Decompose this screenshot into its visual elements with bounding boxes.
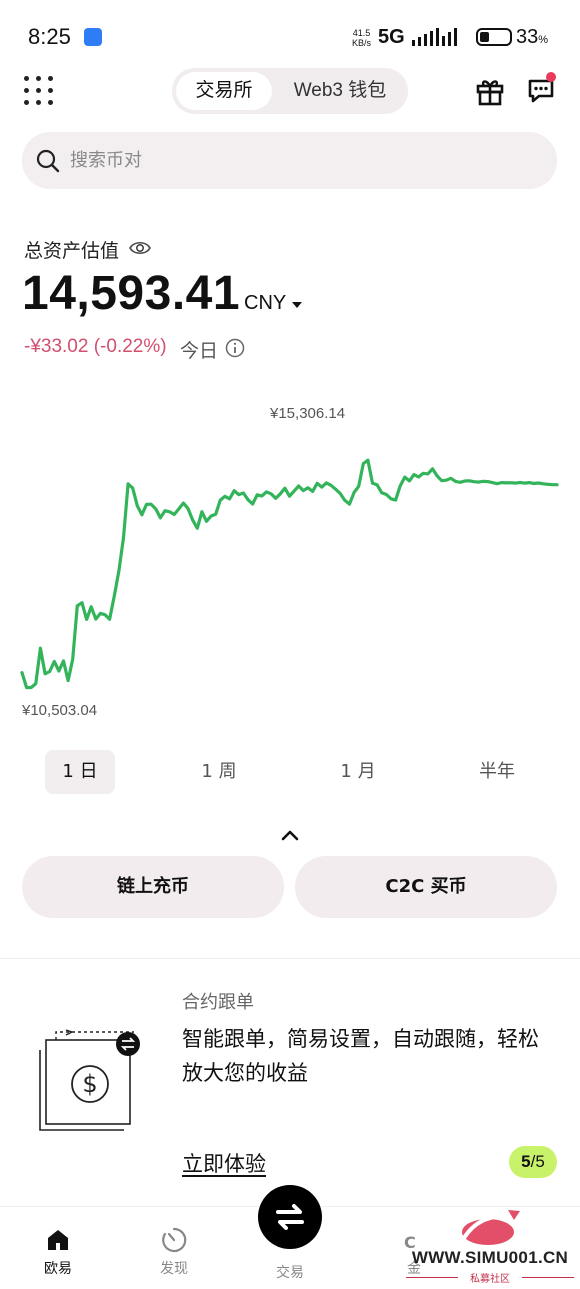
status-bar: 8:25 41.5 KB/s 5G 33% xyxy=(0,0,580,72)
home-icon xyxy=(48,1230,68,1250)
network-type: 5G xyxy=(378,26,405,48)
search-icon xyxy=(36,149,60,173)
discover-icon xyxy=(162,1227,187,1253)
pager-current: 5 xyxy=(521,1152,531,1171)
menu-grid-icon[interactable] xyxy=(24,76,54,106)
carousel-pager[interactable]: 5/5 xyxy=(509,1146,557,1178)
section-divider xyxy=(0,958,580,959)
chart-series-line xyxy=(20,458,559,690)
nav-home-label: 欧易 xyxy=(44,1261,72,1277)
network-speed: 41.5 KB/s xyxy=(352,28,371,48)
period-1-month[interactable]: 1 月 xyxy=(323,750,393,794)
currency-selector[interactable]: CNY xyxy=(244,292,286,315)
total-assets-value: 14,593.41 xyxy=(22,267,241,320)
promo-title: 合约跟单 xyxy=(182,992,254,1013)
network-speed-value: 41.5 xyxy=(352,28,371,38)
swap-icon xyxy=(276,1204,304,1230)
search-bar[interactable] xyxy=(22,132,557,189)
app-notification-icon xyxy=(84,28,102,46)
svg-text:$: $ xyxy=(82,1070,97,1098)
battery-icon xyxy=(476,28,512,46)
network-speed-unit: KB/s xyxy=(352,38,372,48)
watermark-url: WWW.SIMU001.CN xyxy=(411,1248,569,1267)
watermark-logo-icon xyxy=(462,1210,520,1245)
total-assets-label: 总资产估值 xyxy=(24,240,120,262)
tab-exchange[interactable]: 交易所 xyxy=(176,72,272,110)
c2c-buy-button[interactable]: C2C 买币 xyxy=(295,856,557,918)
battery-percent-unit: % xyxy=(538,34,549,46)
battery-percent: 33% xyxy=(516,26,548,49)
search-input[interactable] xyxy=(70,142,530,179)
promo-description: 智能跟单，简易设置，自动跟随，轻松放大您的收益 xyxy=(182,1027,539,1085)
chart-min-label: ¥10,503.04 xyxy=(22,702,98,719)
battery-percent-value: 33 xyxy=(516,26,539,48)
nav-home[interactable]: 欧易 xyxy=(18,1226,98,1282)
onchain-deposit-button[interactable]: 链上充币 xyxy=(22,856,284,918)
nav-discover-label: 发现 xyxy=(160,1261,188,1277)
tab-web3-wallet[interactable]: Web3 钱包 xyxy=(276,72,404,110)
period-1-week[interactable]: 1 周 xyxy=(184,750,254,794)
exchange-wallet-switch: 交易所 Web3 钱包 xyxy=(172,68,408,114)
watermark: WWW.SIMU001.CN 私募社区 xyxy=(402,1208,578,1286)
period-half-year[interactable]: 半年 xyxy=(462,750,532,794)
caret-down-icon[interactable] xyxy=(292,302,302,308)
notification-dot xyxy=(546,72,556,82)
signal-icon xyxy=(412,28,457,46)
eye-icon[interactable] xyxy=(128,238,152,258)
copy-trading-illustration: $ xyxy=(39,1029,140,1131)
nav-discover[interactable]: 发现 xyxy=(134,1226,214,1282)
try-now-link[interactable]: 立即体验 xyxy=(182,1148,266,1178)
nav-trade-label[interactable]: 交易 xyxy=(250,1262,330,1282)
change-period-label: 今日 xyxy=(180,340,219,362)
pager-total: /5 xyxy=(530,1152,545,1171)
daily-change: -¥33.02 (-0.22%) xyxy=(24,336,167,357)
trade-button[interactable] xyxy=(258,1185,322,1249)
gift-icon[interactable] xyxy=(474,75,506,107)
chevron-up-icon[interactable] xyxy=(280,828,300,842)
watermark-line-right xyxy=(522,1277,574,1278)
status-time: 8:25 xyxy=(28,24,71,49)
chart-max-label: ¥15,306.14 xyxy=(270,405,346,422)
period-1-day[interactable]: 1 日 xyxy=(45,750,115,794)
info-icon[interactable] xyxy=(225,338,245,358)
asset-line-chart[interactable] xyxy=(0,380,580,740)
